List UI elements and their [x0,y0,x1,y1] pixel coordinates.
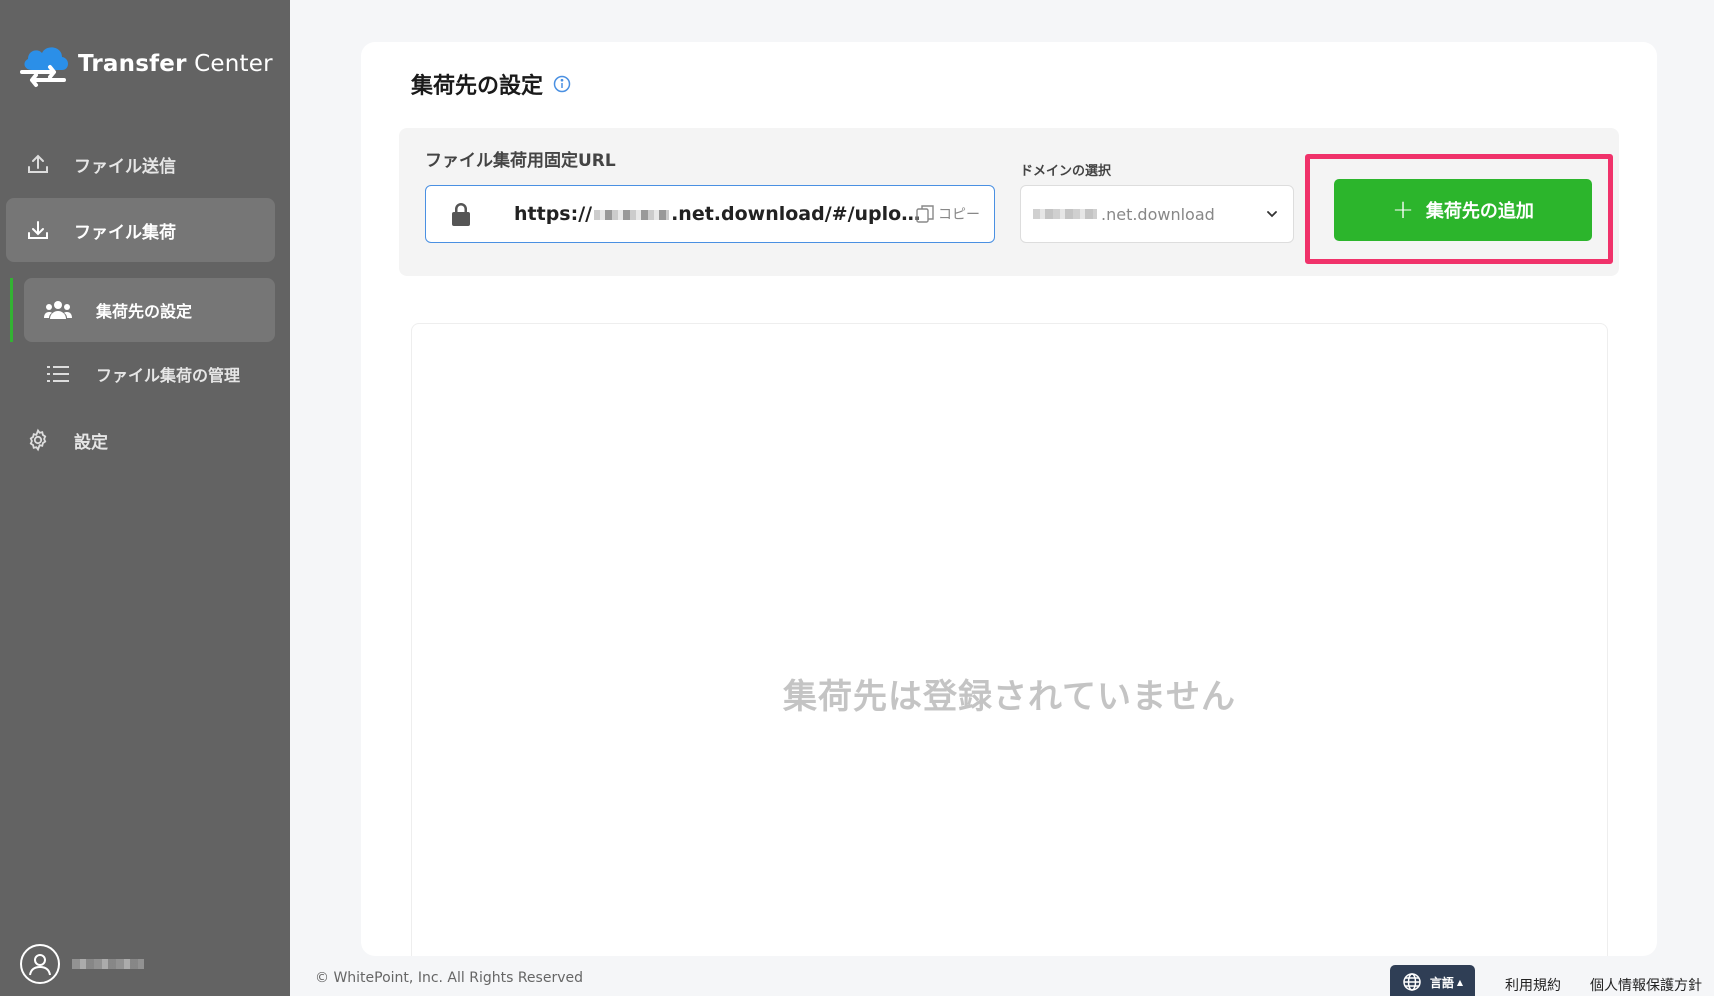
sidebar-item-label: ファイル集荷の管理 [96,366,241,385]
language-button[interactable]: 言語 ▲ [1390,965,1475,996]
sidebar-item-destination-settings[interactable]: 集荷先の設定 [24,278,275,342]
sidebar-item-label: ファイル集荷 [74,222,176,243]
add-destination-button[interactable]: + 集荷先の追加 [1334,179,1592,241]
sidebar-item-settings[interactable]: 設定 [6,408,275,472]
sidebar-item-label: 集荷先の設定 [96,302,193,321]
sidebar: Transfer Center ファイル送信 ファイル集荷 集荷先の設定 ファイ… [0,0,290,996]
users-icon [44,296,72,324]
fixed-url-text: https://.net.download/#/uploa... [514,203,924,225]
user-name-redacted [72,959,144,969]
destination-list: 集荷先は登録されていません [411,323,1608,956]
plus-icon: + [1392,195,1414,225]
domain-redacted [1033,209,1097,219]
fixed-url-field[interactable]: https://.net.download/#/uploa... コピー [425,185,995,243]
copy-button[interactable]: コピー [914,203,980,225]
lock-icon [452,203,470,226]
info-icon[interactable] [553,75,571,93]
cloud-transfer-icon [20,47,68,87]
app-logo-text: Transfer Center [78,51,273,77]
domain-select[interactable]: .net.download [1020,185,1294,243]
list-icon [44,360,72,388]
active-indicator [10,278,13,342]
empty-state-message: 集荷先は登録されていません [783,677,1236,717]
copy-icon [916,205,934,223]
domain-label: ドメインの選択 [1020,164,1112,179]
page-title: 集荷先の設定 [411,68,571,100]
download-icon [24,216,52,244]
domain-selected-text: .net.download [1101,204,1215,224]
user-menu[interactable] [20,944,144,984]
upload-icon [24,150,52,178]
gear-icon [24,426,52,454]
sidebar-item-label: 設定 [74,432,108,453]
sidebar-item-label: ファイル送信 [74,156,176,177]
sidebar-item-file-collect[interactable]: ファイル集荷 [6,198,275,262]
privacy-link[interactable]: 個人情報保護方針 [1590,975,1702,995]
url-label: ファイル集荷用固定URL [425,151,616,171]
sidebar-item-file-send[interactable]: ファイル送信 [6,132,275,196]
chevron-down-icon [1267,211,1277,218]
globe-icon [1403,973,1421,991]
caret-up-icon: ▲ [1456,977,1464,987]
avatar-icon [20,944,60,984]
url-panel: ファイル集荷用固定URL https://.net.download/#/upl… [399,128,1619,276]
main-card: 集荷先の設定 ファイル集荷用固定URL https://.net.downloa… [361,42,1657,956]
copyright: © WhitePoint, Inc. All Rights Reserved [315,970,583,986]
sidebar-item-collect-management[interactable]: ファイル集荷の管理 [24,342,275,406]
app-logo[interactable]: Transfer Center [20,40,273,88]
terms-link[interactable]: 利用規約 [1505,975,1561,995]
